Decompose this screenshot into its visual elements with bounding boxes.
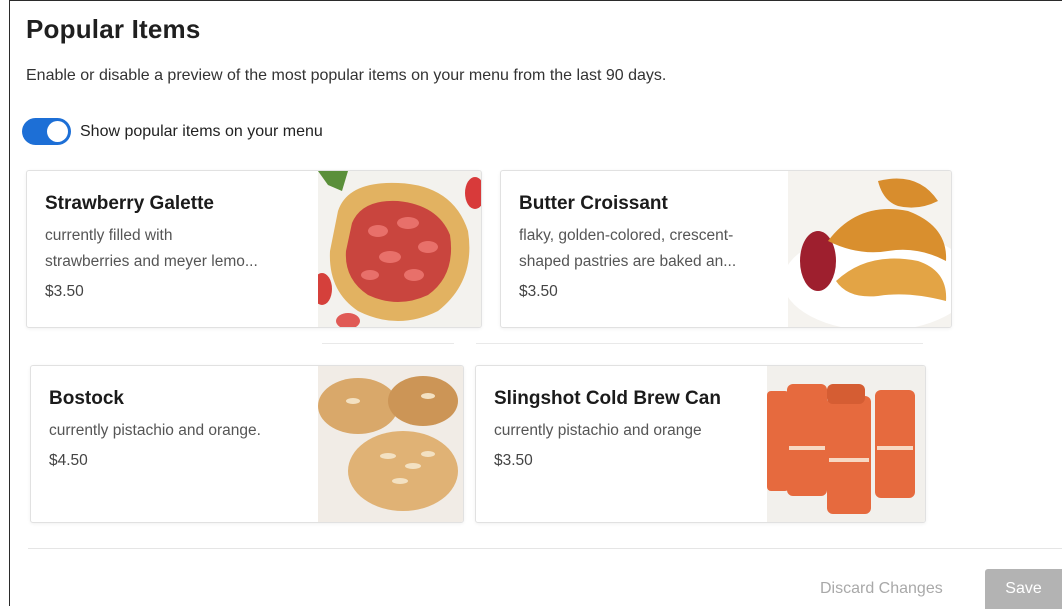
divider <box>476 343 923 344</box>
page-title: Popular Items <box>26 14 201 44</box>
menu-item-description-cont: shaped pastries are baked an... <box>519 253 737 270</box>
toggle-label: Show popular items on your menu <box>80 122 323 140</box>
menu-item-description: currently pistachio and orange. <box>49 422 261 439</box>
popular-items-toggle-row: Show popular items on your menu <box>22 118 323 145</box>
menu-item-name: Butter Croissant <box>519 193 668 214</box>
menu-item-text: Slingshot Cold Brew Can currently pistac… <box>494 388 765 470</box>
menu-item-price: $3.50 <box>45 283 84 300</box>
menu-item-card[interactable]: Strawberry Galette currently filled with… <box>26 170 482 328</box>
menu-item-description-cont: strawberries and meyer lemo... <box>45 253 258 270</box>
page-description: Enable or disable a preview of the most … <box>26 67 667 84</box>
menu-item-description: currently pistachio and orange <box>494 422 702 439</box>
menu-item-price: $4.50 <box>49 452 88 469</box>
menu-item-name: Bostock <box>49 388 124 409</box>
bostock-image <box>318 366 463 522</box>
menu-item-card[interactable]: Slingshot Cold Brew Can currently pistac… <box>475 365 926 523</box>
menu-item-name: Strawberry Galette <box>45 193 214 214</box>
footer-divider <box>28 548 1062 549</box>
discard-changes-button[interactable]: Discard Changes <box>820 580 943 598</box>
menu-item-name: Slingshot Cold Brew Can <box>494 388 721 409</box>
strawberry-galette-image <box>318 171 481 327</box>
menu-item-card[interactable]: Butter Croissant flaky, golden-colored, … <box>500 170 952 328</box>
menu-item-text: Strawberry Galette currently filled with… <box>45 193 301 301</box>
slingshot-cans-image <box>767 366 925 522</box>
butter-croissant-image <box>788 171 951 327</box>
menu-item-text: Butter Croissant flaky, golden-colored, … <box>519 193 771 301</box>
divider <box>322 343 454 344</box>
menu-item-price: $3.50 <box>494 452 533 469</box>
save-button[interactable]: Save <box>985 569 1062 609</box>
menu-item-description: currently filled with <box>45 227 173 244</box>
menu-item-card[interactable]: Bostock currently pistachio and orange. … <box>30 365 464 523</box>
popular-items-toggle[interactable] <box>22 118 71 145</box>
toggle-knob <box>47 121 68 142</box>
menu-item-price: $3.50 <box>519 283 558 300</box>
menu-item-text: Bostock currently pistachio and orange. … <box>49 388 283 470</box>
menu-item-description: flaky, golden-colored, crescent- <box>519 227 734 244</box>
